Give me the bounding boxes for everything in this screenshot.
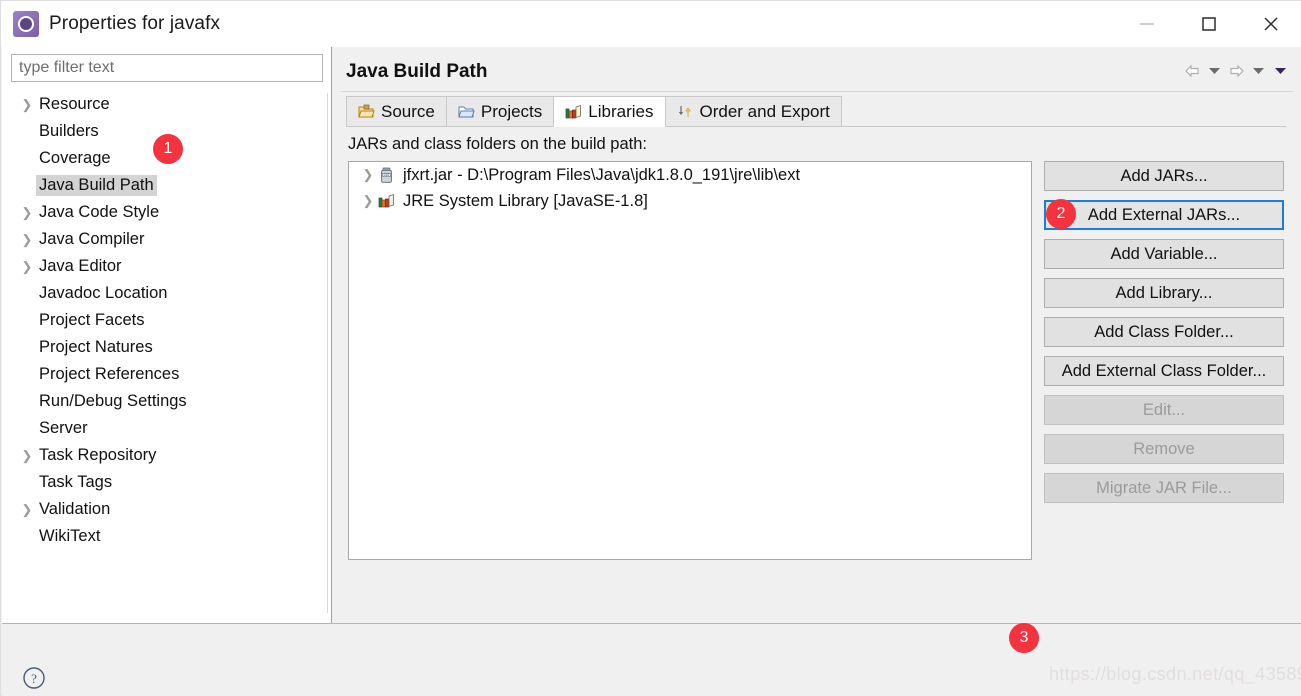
- filter-input[interactable]: [11, 54, 323, 82]
- dialog-footer: ? Apply and Close Cancel: [2, 623, 1301, 696]
- sidebar-item-java-compiler[interactable]: ❯ Java Compiler: [2, 226, 331, 253]
- tab-source[interactable]: Source: [346, 96, 447, 127]
- sidebar-item-resource[interactable]: ❯ Resource: [2, 91, 331, 118]
- classpath-entry[interactable]: ❯ JRE System Library [JavaSE-1.8]: [349, 188, 1031, 214]
- settings-tree: ❯ Resource Builders Coverage Java Build Path…: [2, 91, 331, 616]
- add-external-class-folder-button[interactable]: Add External Class Folder...: [1044, 356, 1284, 386]
- sidebar-item-label: Task Repository: [39, 446, 157, 464]
- tab-projects[interactable]: Projects: [445, 96, 555, 127]
- minimize-icon[interactable]: [1116, 1, 1178, 47]
- libraries-tab-panel: JARs and class folders on the build path…: [346, 126, 1301, 696]
- window-title: Properties for javafx: [49, 13, 221, 34]
- chevron-right-icon[interactable]: ❯: [18, 503, 36, 516]
- sidebar-item-project-references[interactable]: Project References: [2, 361, 331, 388]
- tab-order-and-export[interactable]: Order and Export: [664, 96, 842, 127]
- classpath-action-buttons: Add JARs... Add External JARs... Add Varia…: [1044, 161, 1284, 512]
- sidebar-item-label: Java Editor: [39, 257, 122, 275]
- sidebar-item-run-debug-settings[interactable]: Run/Debug Settings: [2, 388, 331, 415]
- forward-arrow-icon[interactable]: [1225, 59, 1247, 83]
- add-external-jars-button[interactable]: Add External JARs...: [1044, 200, 1284, 230]
- chevron-right-icon[interactable]: ❯: [18, 233, 36, 246]
- svg-text:?: ?: [31, 671, 37, 686]
- svg-text:010: 010: [384, 173, 390, 177]
- sidebar-item-server[interactable]: Server: [2, 415, 331, 442]
- chevron-right-icon[interactable]: ❯: [358, 167, 378, 183]
- window-controls: [1116, 1, 1301, 47]
- jar-file-icon: 010: [378, 167, 397, 184]
- sidebar-item-label: Project References: [39, 365, 180, 383]
- sidebar-item-java-build-path[interactable]: Java Build Path: [2, 172, 331, 199]
- page-title: Java Build Path: [346, 61, 488, 82]
- add-library-button[interactable]: Add Library...: [1044, 278, 1284, 308]
- tab-label: Projects: [480, 102, 543, 121]
- migrate-jar-file-button: Migrate JAR File...: [1044, 473, 1284, 503]
- chevron-right-icon[interactable]: ❯: [18, 449, 36, 462]
- sidebar-item-label: Server: [39, 419, 88, 437]
- panel-description: JARs and class folders on the build path…: [348, 135, 648, 153]
- sidebar-item-label: Java Code Style: [39, 203, 160, 221]
- tab-label: Order and Export: [699, 102, 830, 121]
- sidebar-item-javadoc-location[interactable]: Javadoc Location: [2, 280, 331, 307]
- sidebar-item-label: Builders: [39, 122, 99, 140]
- sidebar-item-project-facets[interactable]: Project Facets: [2, 307, 331, 334]
- classpath-entry[interactable]: ❯ 010 jfxrt.jar - D:\Program Files\Java\jd…: [349, 162, 1031, 188]
- view-menu-icon[interactable]: [1269, 59, 1291, 83]
- sidebar-item-label: Project Natures: [39, 338, 153, 356]
- title-divider: [341, 91, 1293, 92]
- window-titlebar: Properties for javafx: [1, 1, 1301, 47]
- tab-label: Libraries: [588, 102, 654, 121]
- navigation-toolbar: [1181, 59, 1291, 83]
- sidebar-item-label: Task Tags: [39, 473, 113, 491]
- sidebar-item-project-natures[interactable]: Project Natures: [2, 334, 331, 361]
- source-folder-icon: [358, 104, 375, 120]
- libraries-books-icon: [565, 104, 582, 120]
- sidebar-item-label: Java Build Path: [36, 175, 157, 196]
- chevron-right-icon[interactable]: ❯: [18, 206, 36, 219]
- sidebar-item-coverage[interactable]: Coverage: [2, 145, 331, 172]
- sidebar-item-label: Coverage: [39, 149, 111, 167]
- sidebar-item-label: Validation: [39, 500, 111, 518]
- tab-libraries[interactable]: Libraries: [553, 96, 666, 127]
- sidebar-item-validation[interactable]: ❯ Validation: [2, 496, 331, 523]
- sidebar-item-label: Java Compiler: [39, 230, 145, 248]
- sidebar-item-label: Project Facets: [39, 311, 145, 329]
- tab-label: Source: [381, 102, 435, 121]
- help-question-icon[interactable]: ?: [22, 666, 46, 690]
- sidebar-item-label: Run/Debug Settings: [39, 392, 187, 410]
- back-dropdown-chevron-down-icon[interactable]: [1203, 59, 1225, 83]
- add-class-folder-button[interactable]: Add Class Folder...: [1044, 317, 1284, 347]
- sidebar-item-task-repository[interactable]: ❯ Task Repository: [2, 442, 331, 469]
- forward-dropdown-chevron-down-icon[interactable]: [1247, 59, 1269, 83]
- maximize-icon[interactable]: [1178, 1, 1240, 47]
- settings-sidebar: ❯ResourceBuildersCoverageJava Build Path…: [2, 47, 332, 623]
- sidebar-item-wikitext[interactable]: WikiText: [2, 523, 331, 550]
- classpath-list[interactable]: ❯ 010 jfxrt.jar - D:\Program Files\Java\jd…: [348, 161, 1032, 560]
- content-pane: Java Build Path Source Projects Libraries O…: [333, 47, 1301, 696]
- sidebar-item-label: WikiText: [39, 527, 101, 545]
- chevron-right-icon[interactable]: ❯: [18, 98, 36, 111]
- add-jars-button[interactable]: Add JARs...: [1044, 161, 1284, 191]
- sidebar-item-java-code-style[interactable]: ❯ Java Code Style: [2, 199, 331, 226]
- classpath-entry-label: jfxrt.jar - D:\Program Files\Java\jdk1.8…: [403, 165, 801, 184]
- sidebar-item-label: Javadoc Location: [39, 284, 168, 302]
- chevron-right-icon[interactable]: ❯: [18, 260, 36, 273]
- sidebar-item-java-editor[interactable]: ❯ Java Editor: [2, 253, 331, 280]
- build-path-tabs: Source Projects Libraries Order and Export: [346, 96, 1286, 127]
- properties-dialog: Properties for javafx ❯ResourceBuildersC…: [0, 0, 1301, 696]
- order-export-icon: [677, 104, 694, 120]
- remove-button: Remove: [1044, 434, 1284, 464]
- properties-gear-icon: [13, 11, 39, 37]
- classpath-entry-label: JRE System Library [JavaSE-1.8]: [403, 191, 648, 210]
- edit-button: Edit...: [1044, 395, 1284, 425]
- sidebar-item-task-tags[interactable]: Task Tags: [2, 469, 331, 496]
- sidebar-item-builders[interactable]: Builders: [2, 118, 331, 145]
- sidebar-item-label: Resource: [39, 95, 110, 113]
- jre-library-icon: [378, 193, 397, 210]
- sidebar-scrollbar-track: [327, 93, 328, 613]
- close-icon[interactable]: [1240, 1, 1301, 47]
- projects-folder-icon: [458, 104, 475, 120]
- add-variable-button[interactable]: Add Variable...: [1044, 239, 1284, 269]
- back-arrow-icon[interactable]: [1181, 59, 1203, 83]
- chevron-right-icon[interactable]: ❯: [358, 193, 378, 209]
